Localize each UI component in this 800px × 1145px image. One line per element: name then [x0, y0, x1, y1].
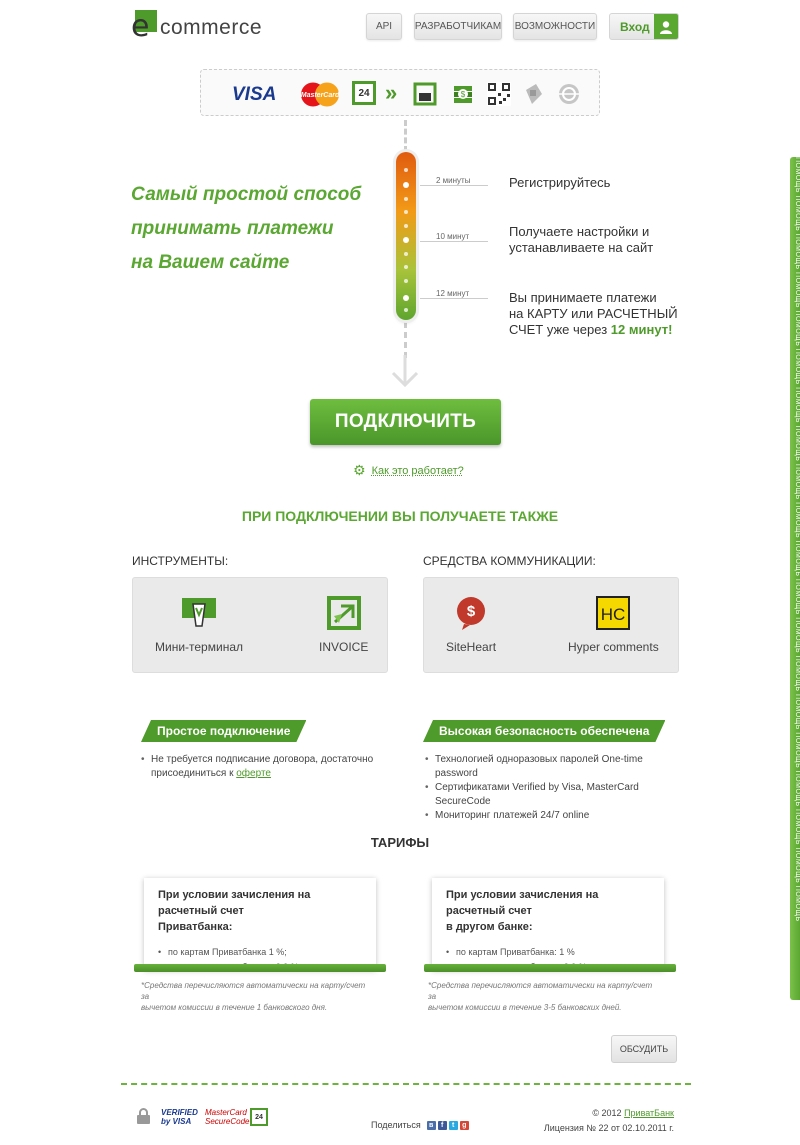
license-text: Лицензия № 22 от 02.10.2011 г. — [543, 1123, 674, 1133]
privat24-logo: 24 — [352, 81, 376, 105]
step-2-text: Получаете настройки и устанавливаете на … — [509, 224, 654, 255]
nav-developers-button[interactable]: Разработчикам — [414, 13, 502, 40]
vk-icon[interactable]: в — [426, 1120, 436, 1130]
tools-title: Инструменты: — [132, 554, 229, 568]
privatbank-link[interactable]: ПриватБанк — [624, 1108, 674, 1118]
list-item: Не требуется подписание договора, достат… — [141, 753, 381, 781]
hypercomments-icon: HC — [596, 596, 631, 630]
svg-text:$: $ — [461, 90, 466, 99]
simple-connection-list: Не требуется подписание договора, достат… — [141, 753, 381, 781]
payment-methods-strip: VISA MasterCard 24 » $ — [200, 69, 600, 116]
mastercard-logo: MasterCard — [299, 82, 341, 107]
tariff-note: *Средства перечисляются автоматически на… — [141, 981, 366, 1012]
timeline-dash-bottom — [404, 322, 407, 358]
mini-terminal-icon — [182, 596, 216, 630]
tools-box: Мини-терминал INVOICE — [132, 577, 388, 673]
svg-text:$: $ — [467, 603, 476, 620]
lock-icon — [137, 1108, 150, 1124]
login-label: Вход — [620, 19, 650, 34]
google-plus-icon[interactable]: g — [459, 1120, 469, 1130]
webmoney-globe-icon — [557, 82, 581, 111]
share-bar: Поделиться в f t g — [371, 1120, 469, 1130]
terminal-icon — [522, 82, 546, 111]
siteheart-tool[interactable]: $ SiteHeart — [446, 596, 496, 654]
login-button[interactable]: Вход — [609, 13, 679, 40]
offer-link[interactable]: оферте — [236, 768, 271, 779]
facebook-icon[interactable]: f — [437, 1120, 447, 1130]
mastercard-securecode-logo: MasterCard SecureCode — [205, 1108, 250, 1126]
briefcase-icon — [413, 82, 437, 111]
double-chevron-icon: » — [385, 80, 398, 105]
list-item: Сертификатами Verified by Visa, MasterCa… — [425, 781, 685, 809]
tick-line — [420, 241, 488, 242]
security-list: Технологией одноразовых паролей One-time… — [425, 753, 685, 823]
tariff-card-other-bank: При условии зачисления на расчетный счет… — [432, 878, 664, 975]
how-it-works-link[interactable]: ⚙ Как это работает? — [353, 462, 464, 479]
copyright: © 2012 ПриватБанк Лицензия № 22 от 02.10… — [544, 1106, 674, 1136]
cash-stack-icon: $ — [451, 82, 477, 111]
user-icon — [654, 14, 678, 39]
down-arrow-icon — [391, 355, 419, 387]
simple-connection-ribbon: Простое подключение — [141, 720, 306, 742]
qr-code-icon — [487, 82, 511, 111]
invoice-icon — [326, 596, 361, 630]
connect-button[interactable]: ПОДКЛЮЧИТЬ — [310, 399, 501, 445]
tariff-note: *Средства перечисляются автоматически на… — [428, 981, 653, 1012]
step-3-time: 12 минут — [436, 289, 470, 298]
verified-by-visa-logo: VERIFIED by VISA — [161, 1108, 198, 1126]
logo-mark-icon: e — [131, 10, 157, 42]
security-ribbon: Высокая безопасность обеспечена — [423, 720, 665, 742]
list-item: Технологией одноразовых паролей One-time… — [425, 753, 685, 781]
svg-text:HC: HC — [601, 605, 626, 624]
step-1-time: 2 минуты — [436, 176, 471, 185]
svg-text:MasterCard: MasterCard — [301, 92, 340, 99]
nav-api-button[interactable]: API — [366, 13, 402, 40]
list-item: по картам Приватбанка: 1 % — [446, 945, 650, 960]
tick-line — [420, 298, 488, 299]
footer-divider — [121, 1083, 691, 1085]
help-side-tab[interactable]: ПОМОЩЬ ПОМОЩЬ ПОМОЩЬ ПОМОЩЬ ПОМОЩЬ ПОМОЩ… — [790, 157, 800, 1000]
privat24-footer-logo: 24 — [250, 1108, 268, 1126]
tariff-bar — [134, 964, 386, 972]
progress-thermometer — [396, 152, 416, 320]
gear-icon: ⚙ — [353, 462, 366, 478]
ecommerce-logo[interactable]: e commerce — [131, 10, 263, 42]
tick-line — [420, 185, 488, 186]
timeline-dash-top — [404, 120, 407, 152]
discuss-button[interactable]: Обсудить — [611, 1035, 677, 1063]
step-3-text: Вы принимаете платежи на КАРТУ или РАСЧЕ… — [509, 290, 678, 337]
tariff-heading: При условии зачисления на расчетный счет… — [446, 889, 599, 933]
comms-box: $ SiteHeart HC Hyper comments — [423, 577, 679, 673]
tariff-card-privatbank: При условии зачисления на расчетный счет… — [144, 878, 376, 975]
invoice-tool[interactable]: INVOICE — [319, 596, 368, 654]
list-item: Мониторинг платежей 24/7 online — [425, 809, 685, 823]
list-item: по картам Приватбанка 1 %; — [158, 945, 362, 960]
hypercomments-tool[interactable]: HC Hyper comments — [568, 596, 659, 654]
twitter-icon[interactable]: t — [448, 1120, 458, 1130]
hero-slogan: Самый простой способ принимать платежи н… — [131, 184, 362, 273]
step-2-time: 10 минут — [436, 232, 470, 241]
tariffs-title: Тарифы — [370, 835, 430, 850]
tariff-bar — [424, 964, 676, 972]
nav-features-button[interactable]: Возможности — [513, 13, 597, 40]
mini-terminal-tool[interactable]: Мини-терминал — [155, 596, 243, 654]
siteheart-icon: $ — [454, 596, 488, 630]
comms-title: Средства коммуникации: — [423, 554, 596, 568]
tariff-heading: При условии зачисления на расчетный счет… — [158, 889, 311, 933]
step-1-text: Регистрируйтесь — [509, 175, 611, 190]
also-section-title: При подключении вы получаете также — [241, 508, 559, 524]
visa-logo: VISA — [232, 84, 277, 105]
share-label: Поделиться — [371, 1120, 421, 1130]
logo-text: commerce — [160, 16, 263, 39]
